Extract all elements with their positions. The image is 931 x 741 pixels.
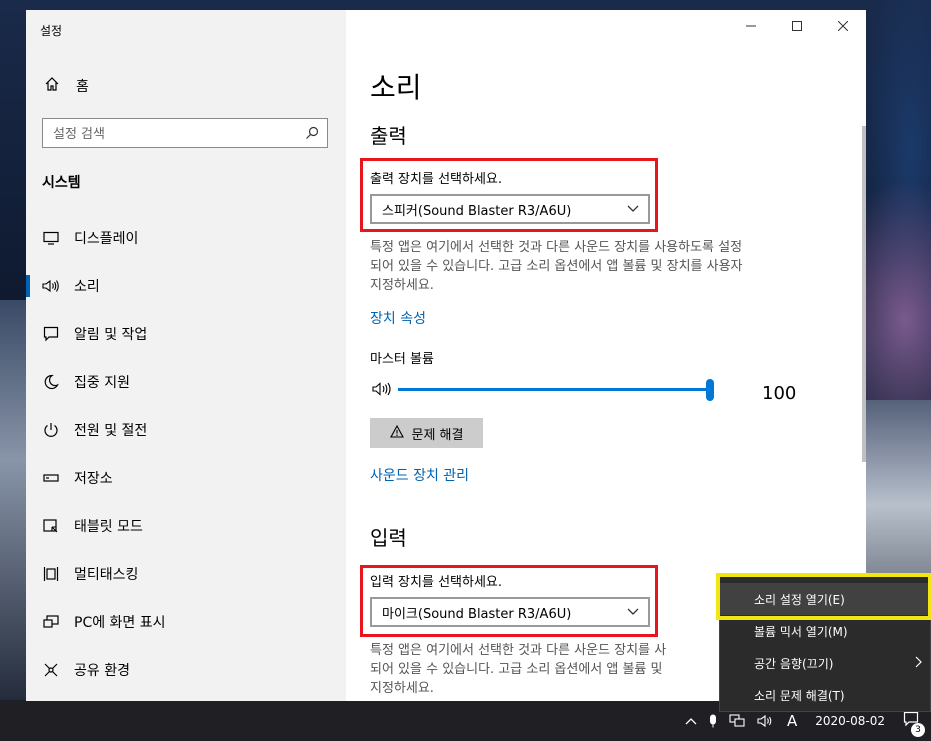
microphone-icon[interactable] (709, 714, 717, 728)
input-select-label: 입력 장치를 선택하세요. (370, 575, 502, 590)
sidebar-item-focus-assist[interactable]: 집중 지원 (26, 358, 346, 406)
share-icon (42, 661, 60, 679)
speaker-icon (42, 277, 60, 295)
output-heading: 출력 (370, 124, 407, 148)
troubleshoot-button[interactable]: 문제 해결 (370, 418, 483, 448)
notification-count-badge: 3 (911, 723, 925, 737)
project-icon (42, 613, 60, 631)
chevron-right-icon (915, 656, 922, 671)
sidebar-item-label: 소리 (74, 279, 100, 295)
output-select-label: 출력 장치를 선택하세요. (370, 172, 502, 187)
sidebar-item-sound[interactable]: 소리 (26, 262, 346, 310)
device-properties-link[interactable]: 장치 속성 (370, 308, 426, 328)
sidebar-section-title: 시스템 (42, 175, 81, 191)
output-description: 특정 앱은 여기에서 선택한 것과 다른 사운드 장치를 사용하도록 설정 되어… (370, 240, 743, 293)
sidebar-item-power[interactable]: 전원 및 절전 (26, 406, 346, 454)
output-device-dropdown[interactable]: 스피커(Sound Blaster R3/A6U) (370, 194, 650, 224)
moon-icon (42, 373, 60, 391)
volume-value: 100 (762, 383, 797, 404)
sidebar-item-label: 멀티태스킹 (74, 567, 139, 583)
multitask-icon (42, 565, 60, 583)
sidebar-item-label: 저장소 (74, 471, 113, 487)
search-box[interactable] (42, 118, 328, 148)
sidebar-item-multitasking[interactable]: 멀티태스킹 (26, 550, 346, 598)
sidebar-home-label: 홈 (76, 79, 89, 95)
sidebar-home[interactable]: 홈 (44, 76, 89, 96)
window-title: 설정 (40, 24, 63, 38)
sidebar-item-notifications[interactable]: 알림 및 작업 (26, 310, 346, 358)
output-device-value: 스피커(Sound Blaster R3/A6U) (382, 203, 572, 219)
chevron-down-icon (618, 608, 648, 616)
context-menu-spatial-sound[interactable]: 공간 음향(끄기) (720, 647, 931, 679)
page-title: 소리 (370, 71, 422, 104)
troubleshoot-label: 문제 해결 (411, 427, 464, 443)
volume-track[interactable] (398, 388, 710, 391)
home-icon (44, 76, 60, 96)
speaker-icon[interactable] (757, 714, 775, 728)
sidebar-item-storage[interactable]: 저장소 (26, 454, 346, 502)
sidebar-item-label: PC에 화면 표시 (74, 615, 166, 631)
search-icon[interactable] (305, 125, 319, 144)
sidebar-item-label: 전원 및 절전 (74, 423, 148, 439)
sidebar-item-shared-experiences[interactable]: 공유 환경 (26, 646, 346, 694)
search-input[interactable] (51, 123, 295, 145)
power-icon (42, 421, 60, 439)
sidebar-item-label: 태블릿 모드 (74, 519, 143, 535)
tablet-icon (42, 517, 60, 535)
sidebar-item-label: 알림 및 작업 (74, 327, 148, 343)
taskbar-date[interactable]: 2020-08-02 (815, 714, 885, 728)
ime-indicator[interactable]: A (787, 712, 797, 730)
network-icon[interactable] (729, 714, 745, 728)
input-device-dropdown[interactable]: 마이크(Sound Blaster R3/A6U) (370, 597, 650, 627)
sidebar-item-label: 공유 환경 (74, 663, 130, 679)
sidebar-nav: 디스플레이 소리 알림 및 작업 집중 지원 전원 및 절전 저장소 태블릿 모… (26, 214, 346, 694)
context-menu-highlight-box (716, 573, 931, 620)
sidebar-item-project[interactable]: PC에 화면 표시 (26, 598, 346, 646)
content-scrollbar[interactable] (862, 126, 866, 462)
notification-center-button[interactable]: 3 (903, 711, 925, 737)
master-volume-label: 마스터 볼륨 (370, 352, 434, 367)
input-heading: 입력 (370, 526, 407, 550)
sidebar-item-label: 집중 지원 (74, 375, 130, 391)
speaker-icon[interactable] (372, 381, 394, 401)
master-volume-slider[interactable] (370, 378, 810, 402)
sidebar-item-label: 디스플레이 (74, 231, 139, 247)
message-icon (42, 325, 60, 343)
manage-sound-devices-link[interactable]: 사운드 장치 관리 (370, 465, 469, 485)
chevron-down-icon (618, 205, 648, 213)
sidebar-item-tablet-mode[interactable]: 태블릿 모드 (26, 502, 346, 550)
warning-icon (389, 424, 404, 442)
volume-thumb[interactable] (706, 379, 714, 401)
context-menu-troubleshoot[interactable]: 소리 문제 해결(T) (720, 679, 931, 711)
chevron-up-icon[interactable] (685, 717, 697, 725)
storage-icon (42, 469, 60, 487)
sidebar: 설정 홈 시스템 디스플레이 소리 알림 및 (26, 10, 346, 701)
sidebar-item-display[interactable]: 디스플레이 (26, 214, 346, 262)
input-device-value: 마이크(Sound Blaster R3/A6U) (382, 606, 572, 622)
monitor-icon (42, 229, 60, 247)
